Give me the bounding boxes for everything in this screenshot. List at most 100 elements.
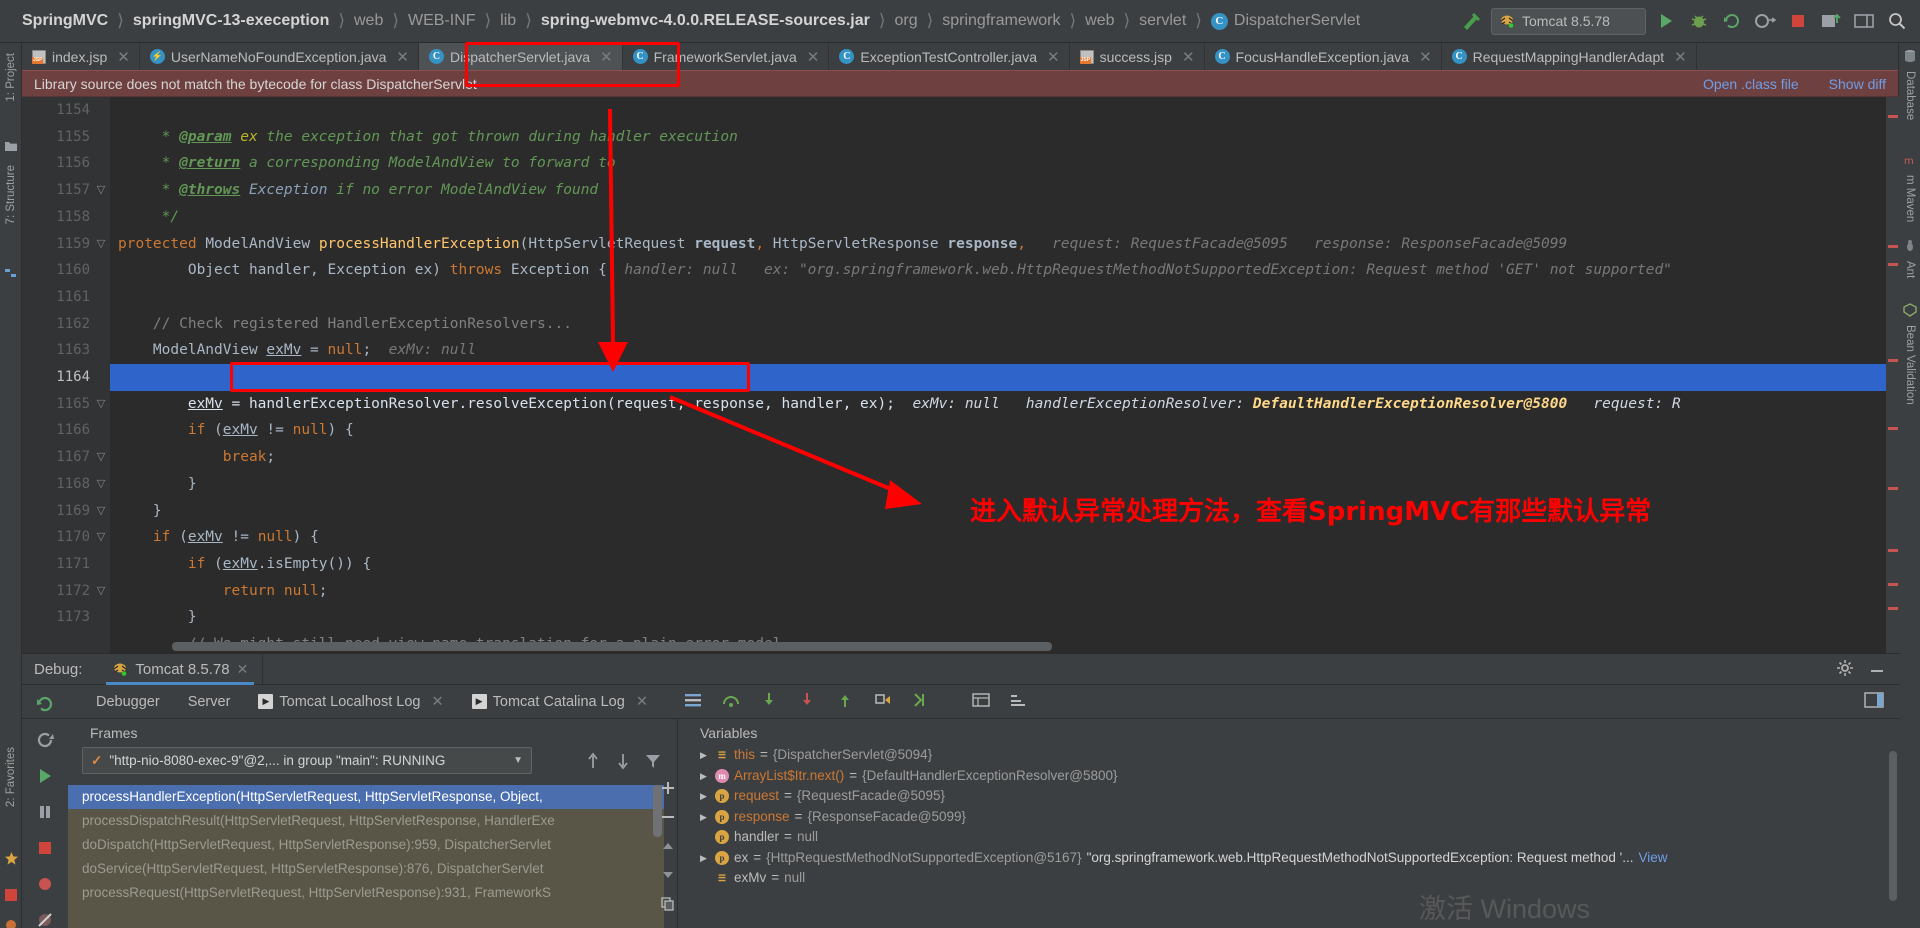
debug-session-tab[interactable]: Tomcat 8.5.78 ✕ <box>102 654 258 685</box>
sidebar-item-database[interactable]: Database <box>1899 67 1920 124</box>
run-configuration-selector[interactable]: Tomcat 8.5.78 <box>1491 7 1646 35</box>
resume-program-icon[interactable] <box>34 766 56 786</box>
update-app-button[interactable] <box>1817 8 1844 35</box>
tab-index-jsp[interactable]: index.jsp ✕ <box>22 43 140 70</box>
variables-list[interactable]: ▶ ☰ this = {DispatcherServlet@5094} ▶ m … <box>678 745 1900 928</box>
evaluate-expression-icon[interactable] <box>972 692 990 711</box>
move-up-icon[interactable] <box>585 752 601 773</box>
stop-button[interactable] <box>1784 8 1811 35</box>
layout-button[interactable] <box>1850 8 1877 35</box>
variable-row[interactable]: ▶ ☰ this = {DispatcherServlet@5094} <box>678 745 1900 766</box>
copy-icon[interactable] <box>661 897 675 914</box>
move-watch-down-icon[interactable] <box>661 868 675 885</box>
restore-layout-icon[interactable] <box>1864 692 1900 711</box>
close-icon[interactable]: ✕ <box>117 48 130 66</box>
build-small-icon[interactable] <box>4 918 18 928</box>
breadcrumb-item-web[interactable]: web <box>354 12 383 30</box>
thread-selector[interactable]: ✓ "http-nio-8080-exec-9"@2,... in group … <box>82 747 532 774</box>
breadcrumb-item-webinf[interactable]: WEB-INF <box>408 12 476 30</box>
tab-tomcat-localhost-log[interactable]: ▶ Tomcat Localhost Log ✕ <box>244 694 457 710</box>
breadcrumb-item-org[interactable]: org <box>894 12 917 30</box>
pause-program-icon[interactable] <box>34 802 56 822</box>
expand-arrow-icon[interactable]: ▶ <box>700 745 710 766</box>
variable-row[interactable]: ▶ p request = {RequestFacade@5095} <box>678 786 1900 807</box>
sort-values-icon[interactable] <box>1010 692 1028 711</box>
breadcrumb-item-lib[interactable]: lib <box>500 12 516 30</box>
tab-exceptiontestcontroller-java[interactable]: C ExceptionTestController.java ✕ <box>829 43 1070 70</box>
view-link[interactable]: View <box>1639 848 1668 869</box>
editor-horizontal-scrollbar[interactable] <box>172 642 1052 651</box>
restart-icon[interactable] <box>34 730 56 750</box>
breadcrumb-item-servlet[interactable]: servlet <box>1139 12 1186 30</box>
coverage-button[interactable] <box>1751 8 1778 35</box>
close-icon[interactable]: ✕ <box>431 694 443 710</box>
variable-row[interactable]: ▶ p ex = {HttpRequestMethodNotSupportedE… <box>678 848 1900 869</box>
frame-row[interactable]: processDispatchResult(HttpServletRequest… <box>68 809 664 833</box>
tab-debugger[interactable]: Debugger <box>82 694 174 710</box>
build-project-button[interactable] <box>1458 8 1485 35</box>
stop-small-icon[interactable] <box>4 888 18 902</box>
force-step-into-icon[interactable] <box>798 692 816 711</box>
close-icon[interactable]: ✕ <box>1674 48 1687 66</box>
search-everywhere-button[interactable] <box>1883 8 1910 35</box>
variable-row[interactable]: ▶ p handler = null <box>678 827 1900 848</box>
close-icon[interactable]: ✕ <box>1182 48 1195 66</box>
frame-row-selected[interactable]: processHandlerException(HttpServletReque… <box>68 785 664 809</box>
close-icon[interactable]: ✕ <box>600 48 613 66</box>
frame-row[interactable]: doService(HttpServletRequest, HttpServle… <box>68 857 664 881</box>
tab-focushandleexception-java[interactable]: C FocusHandleException.java ✕ <box>1204 43 1442 70</box>
close-icon[interactable]: ✕ <box>1419 48 1432 66</box>
tab-frameworkservlet-java[interactable]: C FrameworkServlet.java ✕ <box>622 43 830 70</box>
mute-breakpoints-icon[interactable] <box>34 910 56 928</box>
filter-frames-icon[interactable] <box>645 752 661 773</box>
tab-dispatcherservlet-java[interactable]: C DispatcherServlet.java ✕ <box>418 43 623 70</box>
step-over-icon[interactable] <box>722 692 740 711</box>
breadcrumb-item-springmvc[interactable]: SpringMVC <box>22 12 108 30</box>
editor-code-area[interactable]: * @param ex the exception that got throw… <box>110 97 1900 653</box>
show-diff-link[interactable]: Show diff <box>1829 76 1886 92</box>
tab-tomcat-catalina-log[interactable]: ▶ Tomcat Catalina Log ✕ <box>458 694 662 710</box>
settings-gear-icon[interactable] <box>1836 659 1854 680</box>
expand-arrow-icon[interactable]: ▶ <box>700 786 710 807</box>
breadcrumb-item-module[interactable]: springMVC-13-exeception <box>133 12 329 30</box>
move-down-icon[interactable] <box>615 752 631 773</box>
stop-program-icon[interactable] <box>34 838 56 858</box>
frame-row[interactable]: processRequest(HttpServletRequest, HttpS… <box>68 881 664 905</box>
variables-scrollbar[interactable] <box>1889 751 1897 901</box>
step-out-icon[interactable] <box>836 692 854 711</box>
rerun-button[interactable] <box>1718 8 1745 35</box>
sidebar-item-bean-validation[interactable]: Bean Validation <box>1899 321 1920 409</box>
variable-row[interactable]: ▶ m ArrayList$Itr.next() = {DefaultHandl… <box>678 766 1900 787</box>
close-icon[interactable]: ✕ <box>396 48 409 66</box>
frames-list[interactable]: processHandlerException(HttpServletReque… <box>68 785 664 928</box>
code-editor[interactable]: * @param ex the exception that got throw… <box>22 97 1900 653</box>
close-icon[interactable]: ✕ <box>1047 48 1060 66</box>
run-button[interactable] <box>1652 8 1679 35</box>
rerun-debug-icon[interactable] <box>34 694 56 714</box>
editor-error-stripe[interactable] <box>1886 97 1900 653</box>
expand-arrow-icon[interactable]: ▶ <box>700 807 710 828</box>
step-into-icon[interactable] <box>760 692 778 711</box>
tab-success-jsp[interactable]: success.jsp ✕ <box>1069 43 1205 70</box>
expand-arrow-icon[interactable]: ▶ <box>700 848 710 869</box>
move-watch-up-icon[interactable] <box>661 839 675 856</box>
chevron-down-icon[interactable]: ▼ <box>513 755 523 766</box>
add-watch-icon[interactable] <box>661 781 675 798</box>
tab-usernamenofoundexception-java[interactable]: UserNameNoFoundException.java ✕ <box>139 43 419 70</box>
open-class-file-link[interactable]: Open .class file <box>1703 76 1799 92</box>
variable-row[interactable]: ▶ p response = {ResponseFacade@5099} <box>678 807 1900 828</box>
view-breakpoints-icon[interactable] <box>34 874 56 894</box>
drop-frame-icon[interactable] <box>874 692 892 711</box>
breadcrumb-item-web2[interactable]: web <box>1085 12 1114 30</box>
remove-watch-icon[interactable] <box>661 810 675 827</box>
breadcrumb-item-jar[interactable]: spring-webmvc-4.0.0.RELEASE-sources.jar <box>541 12 870 30</box>
tab-server[interactable]: Server <box>174 694 245 710</box>
minimize-icon[interactable] <box>1868 659 1886 680</box>
close-icon[interactable]: ✕ <box>807 48 820 66</box>
sidebar-item-maven[interactable]: m Maven <box>1899 171 1920 226</box>
frame-row[interactable]: doDispatch(HttpServletRequest, HttpServl… <box>68 833 664 857</box>
tab-requestmappinghandleradapter-java[interactable]: C RequestMappingHandlerAdapt ✕ <box>1441 43 1697 70</box>
debug-button[interactable] <box>1685 8 1712 35</box>
expand-arrow-icon[interactable]: ▶ <box>700 766 710 787</box>
sidebar-item-project[interactable]: 1: Project <box>0 49 22 106</box>
